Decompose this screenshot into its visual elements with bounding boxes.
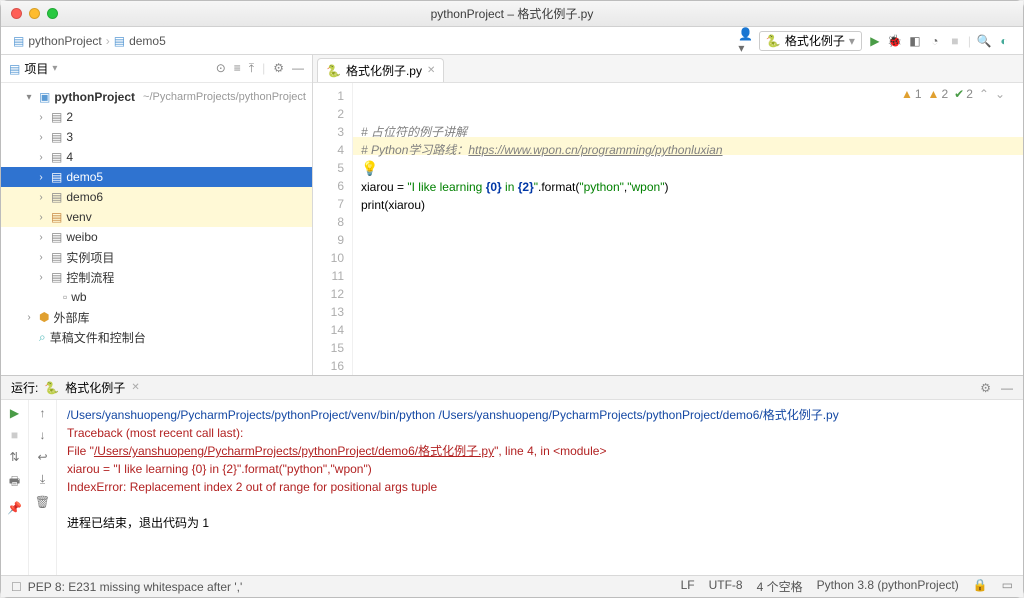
warning-icon: ▲	[928, 87, 940, 101]
run-button[interactable]: ▶	[868, 34, 882, 48]
todo-icon[interactable]: ☐	[11, 580, 22, 594]
hide-panel-icon[interactable]: —	[1001, 381, 1013, 395]
down-icon[interactable]: ↓	[40, 428, 46, 442]
tree-folder[interactable]: ›▤2	[1, 107, 312, 127]
tree-file[interactable]: ▫wb	[1, 287, 312, 307]
close-tab-icon[interactable]: ✕	[427, 65, 435, 76]
console-output[interactable]: /Users/yanshuopeng/PycharmProjects/pytho…	[57, 400, 1023, 575]
tree-folder[interactable]: ›▤demo6	[1, 187, 312, 207]
tree-external-libraries[interactable]: ›⬢外部库	[1, 307, 312, 327]
breadcrumb[interactable]: ▤ pythonProject › ▤ demo5	[13, 34, 166, 48]
project-tree[interactable]: ▾▣pythonProject~/PycharmProjects/pythonP…	[1, 83, 312, 375]
chevron-down-icon[interactable]: ▾	[52, 63, 57, 74]
window-titlebar: pythonProject – 格式化例子.py	[1, 1, 1023, 27]
expand-all-icon[interactable]: ≡	[234, 61, 241, 76]
stop-button[interactable]: ■	[11, 428, 18, 442]
line-separator[interactable]: LF	[681, 578, 695, 595]
python-file-icon: 🐍	[326, 64, 341, 78]
run-config-selector[interactable]: 🐍 格式化例子 ▾	[759, 31, 862, 51]
gear-icon[interactable]: ⚙	[273, 61, 284, 76]
run-tool-window: 运行: 🐍 格式化例子 ✕ ⚙ — ▶ ■ ⇅ 🖶 📌 ↑ ↓ ↩ ⤓ 🗑 /U…	[1, 375, 1023, 575]
folder-icon: ▤	[13, 34, 24, 48]
project-tool-window: ▤ 项目 ▾ ⊙ ≡ ⤒ | ⚙ — ▾▣pythonProject~/Pych…	[1, 55, 313, 375]
chevron-right-icon: ›	[106, 34, 110, 48]
run-panel-label: 运行:	[11, 379, 38, 396]
interpreter[interactable]: Python 3.8 (pythonProject)	[817, 578, 959, 595]
up-icon[interactable]: ↑	[40, 406, 46, 420]
clear-icon[interactable]: 🗑	[35, 495, 50, 509]
print-icon[interactable]: 🖶	[9, 472, 20, 493]
indent[interactable]: 4 个空格	[757, 578, 803, 595]
code-editor[interactable]: 12345678910111213141516171819 # 占位符的例子讲解…	[313, 83, 1023, 375]
profile-button[interactable]: ◔	[928, 34, 942, 48]
layout-icon[interactable]: ⇅	[9, 450, 19, 464]
run-toolbar-nav: ↑ ↓ ↩ ⤓ 🗑	[29, 400, 57, 575]
editor-area: 🐍 格式化例子.py ✕ 123456789101112131415161718…	[313, 55, 1023, 375]
run-panel-tab[interactable]: 格式化例子	[65, 379, 125, 396]
wrap-icon[interactable]: ↩	[37, 450, 47, 464]
collapse-all-icon[interactable]: ⤒	[249, 61, 254, 76]
tree-folder[interactable]: ›▤控制流程	[1, 267, 312, 287]
coverage-button[interactable]: ◧	[908, 34, 922, 48]
user-icon[interactable]: 👤▾	[739, 34, 753, 48]
code-content[interactable]: # 占位符的例子讲解 # Python学习路线：https://www.wpon…	[353, 83, 1023, 375]
status-message[interactable]: PEP 8: E231 missing whitespace after ','	[28, 580, 242, 594]
inspection-indicators[interactable]: ▲1 ▲2 ✔2 ⌃⌄	[901, 87, 1005, 101]
breadcrumb-root[interactable]: pythonProject	[28, 34, 101, 48]
tree-folder[interactable]: ›▤weibo	[1, 227, 312, 247]
project-icon: ▤	[9, 62, 20, 76]
debug-button[interactable]: 🐞	[888, 34, 902, 48]
editor-tabs: 🐍 格式化例子.py ✕	[313, 55, 1023, 83]
toolbar-right: 👤▾ 🐍 格式化例子 ▾ ▶ 🐞 ◧ ◔ ■ | 🔍 ◐	[739, 31, 1011, 51]
tree-folder-selected[interactable]: ›▤demo5	[1, 167, 312, 187]
tree-root[interactable]: ▾▣pythonProject~/PycharmProjects/pythonP…	[1, 87, 312, 107]
run-config-name: 格式化例子	[785, 32, 845, 49]
tree-folder[interactable]: ›▤4	[1, 147, 312, 167]
python-file-icon: 🐍	[44, 381, 59, 395]
stop-button[interactable]: ■	[948, 34, 962, 48]
editor-tab[interactable]: 🐍 格式化例子.py ✕	[317, 58, 444, 82]
warning-icon: ▲	[901, 87, 913, 101]
project-panel-header: ▤ 项目 ▾ ⊙ ≡ ⤒ | ⚙ —	[1, 55, 312, 83]
select-opened-icon[interactable]: ⊙	[216, 61, 226, 76]
run-toolbar-left: ▶ ■ ⇅ 🖶 📌	[1, 400, 29, 575]
tab-filename: 格式化例子.py	[346, 62, 422, 79]
lock-icon[interactable]: 🔒	[973, 578, 988, 595]
chevron-down-icon: ▾	[849, 34, 855, 48]
rerun-button[interactable]: ▶	[10, 406, 19, 420]
search-icon[interactable]: 🔍	[977, 34, 991, 48]
hide-panel-icon[interactable]: —	[292, 61, 304, 76]
tree-folder[interactable]: ›▤3	[1, 127, 312, 147]
status-bar: ☐ PEP 8: E231 missing whitespace after '…	[1, 575, 1023, 597]
folder-icon: ▤	[114, 34, 125, 48]
check-icon: ✔	[954, 87, 964, 101]
project-panel-title: 项目	[24, 60, 48, 77]
breadcrumb-folder[interactable]: demo5	[129, 34, 166, 48]
window-title: pythonProject – 格式化例子.py	[1, 5, 1023, 22]
intention-bulb-icon[interactable]: 💡	[361, 160, 378, 176]
scroll-icon[interactable]: ⤓	[40, 472, 45, 487]
encoding[interactable]: UTF-8	[709, 578, 743, 595]
close-icon[interactable]: ✕	[131, 382, 139, 393]
tree-folder[interactable]: ›▤venv	[1, 207, 312, 227]
tree-scratches[interactable]: ⌕草稿文件和控制台	[1, 327, 312, 347]
updates-icon[interactable]: ◐	[997, 34, 1011, 48]
pin-icon[interactable]: 📌	[7, 501, 22, 515]
tree-folder[interactable]: ›▤实例项目	[1, 247, 312, 267]
navigation-bar: ▤ pythonProject › ▤ demo5 👤▾ 🐍 格式化例子 ▾ ▶…	[1, 27, 1023, 55]
python-file-icon: 🐍	[766, 34, 781, 48]
notifications-icon[interactable]: ▭	[1002, 578, 1013, 595]
gear-icon[interactable]: ⚙	[980, 381, 991, 395]
gutter: 12345678910111213141516171819	[313, 83, 353, 375]
